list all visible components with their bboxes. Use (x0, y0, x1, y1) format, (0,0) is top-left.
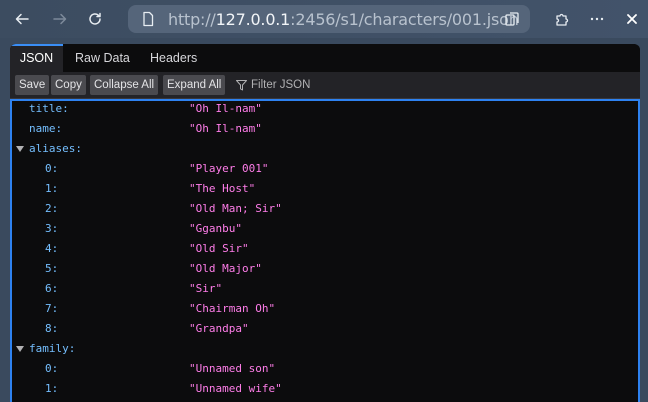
json-key: 8: (45, 322, 59, 335)
url-path: :2456/s1/characters/001.json (290, 10, 519, 29)
back-button[interactable] (9, 6, 35, 32)
tree-row-alias[interactable]: 7: "Chairman Oh" (12, 299, 638, 319)
reload-button[interactable] (82, 6, 108, 32)
json-value: "Old Man; Sir" (189, 202, 282, 215)
json-key: aliases: (29, 142, 82, 155)
json-value: "The Host" (189, 182, 256, 195)
json-value: "Oh Il-nam" (189, 122, 262, 135)
json-key: title: (29, 102, 69, 115)
close-icon (627, 14, 637, 24)
arrow-right-icon (53, 13, 67, 25)
json-key: name: (29, 122, 63, 135)
extensions-button[interactable] (549, 6, 575, 32)
json-key: 4: (45, 242, 59, 255)
tree-row-alias[interactable]: 1: "The Host" (12, 179, 638, 199)
more-dots-icon (590, 17, 604, 21)
json-key: 0: (45, 162, 59, 175)
json-value: "Player 001" (189, 162, 269, 175)
tab-raw-data[interactable]: Raw Data (65, 44, 140, 72)
json-key: 3: (45, 222, 59, 235)
page-icon (143, 11, 154, 27)
arrow-left-icon (15, 13, 29, 25)
json-key: family: (29, 342, 76, 355)
tab-headers[interactable]: Headers (140, 44, 207, 72)
filter-input[interactable]: Filter JSON (236, 75, 310, 95)
json-key: 1: (45, 182, 59, 195)
tree-row-alias[interactable]: 5: "Old Major" (12, 259, 638, 279)
tree-row-alias[interactable]: 4: "Old Sir" (12, 239, 638, 259)
filter-placeholder: Filter JSON (251, 79, 311, 91)
copy-button[interactable]: Copy (51, 75, 86, 95)
expand-toggle-icon[interactable] (16, 146, 24, 152)
address-bar[interactable]: http://127.0.0.1:2456/s1/characters/001.… (128, 5, 530, 33)
viewer-button-bar: Save Copy Collapse All Expand All Filter… (10, 72, 640, 99)
json-value: "Old Sir" (189, 242, 249, 255)
close-button[interactable] (619, 6, 645, 32)
tree-row-alias[interactable]: 2: "Old Man; Sir" (12, 199, 638, 219)
reload-icon (89, 12, 101, 25)
url-text: http://127.0.0.1:2456/s1/characters/001.… (168, 10, 519, 29)
tree-row-alias[interactable]: 0: "Player 001" (12, 159, 638, 179)
tab-json[interactable]: JSON (10, 44, 63, 72)
json-value: "Oh Il-nam" (189, 102, 262, 115)
json-value: "Sir" (189, 282, 223, 295)
tree-row-family-member[interactable]: 0: "Unnamed son" (12, 359, 638, 379)
url-host: 127.0.0.1 (215, 10, 291, 29)
json-tree: title: "Oh Il-nam" name: "Oh Il-nam" ali… (10, 99, 640, 402)
collapse-all-button[interactable]: Collapse All (90, 75, 159, 95)
viewer-tabs: JSON Raw Data Headers (10, 44, 640, 72)
json-viewer: JSON Raw Data Headers Save Copy Collapse… (10, 44, 640, 402)
tree-row-family[interactable]: family: (12, 339, 638, 359)
puzzle-icon (556, 13, 569, 26)
url-scheme: http:// (168, 10, 216, 29)
tree-row-name[interactable]: name: "Oh Il-nam" (12, 119, 638, 139)
json-value: "Old Major" (189, 262, 262, 275)
split-screen-icon[interactable] (504, 11, 520, 27)
forward-button[interactable] (47, 6, 73, 32)
json-value: "Chairman Oh" (189, 302, 276, 315)
json-key: 1: (45, 382, 59, 395)
json-value: "Gganbu" (189, 222, 242, 235)
json-value: "Unnamed wife" (189, 382, 282, 395)
tree-row-aliases[interactable]: aliases: (12, 139, 638, 159)
save-button[interactable]: Save (15, 75, 50, 95)
json-key: 6: (45, 282, 59, 295)
json-value: "Grandpa" (189, 322, 249, 335)
expand-all-button[interactable]: Expand All (163, 75, 226, 95)
tree-row-alias[interactable]: 3: "Gganbu" (12, 219, 638, 239)
json-key: 5: (45, 262, 59, 275)
tree-row-title[interactable]: title: "Oh Il-nam" (12, 99, 638, 119)
menu-button[interactable] (584, 6, 610, 32)
tree-row-alias[interactable]: 8: "Grandpa" (12, 319, 638, 339)
filter-icon (236, 80, 247, 91)
json-key: 2: (45, 202, 59, 215)
json-value: "Unnamed son" (189, 362, 276, 375)
tree-row-alias[interactable]: 6: "Sir" (12, 279, 638, 299)
json-key: 7: (45, 302, 59, 315)
tree-row-family-member[interactable]: 1: "Unnamed wife" (12, 379, 638, 399)
expand-toggle-icon[interactable] (16, 346, 24, 352)
json-key: 0: (45, 362, 59, 375)
browser-toolbar: http://127.0.0.1:2456/s1/characters/001.… (0, 0, 648, 38)
